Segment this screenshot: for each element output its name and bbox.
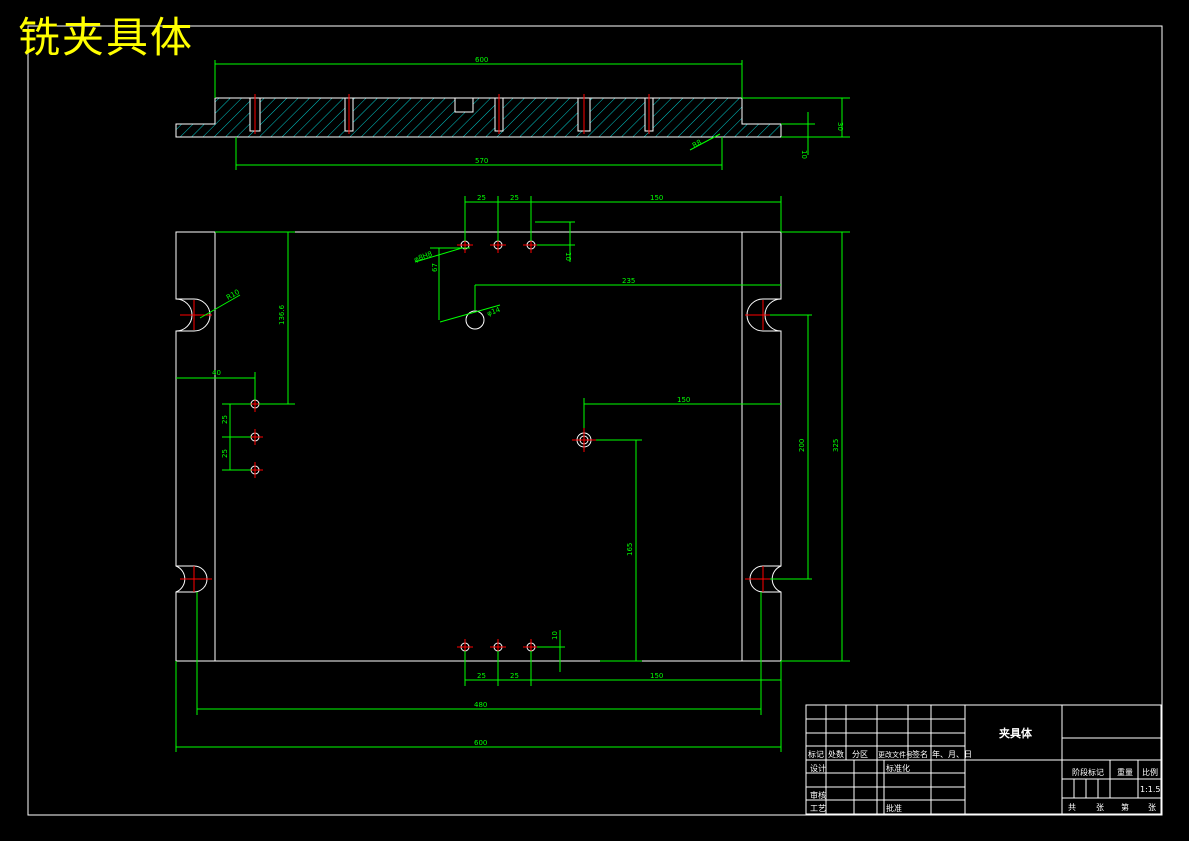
plan-view: 25 25 150 φ8H8 10 67 235 φ14 R10 136.6 4… bbox=[175, 194, 850, 752]
sheet-no-prefix: 第 bbox=[1121, 802, 1129, 812]
section-view: 600 570 30 10 R8 bbox=[175, 56, 850, 170]
dim-right-offset-top: 150 bbox=[650, 194, 663, 202]
dim-slot-spacing: 200 bbox=[798, 439, 806, 452]
dim-width-inner: 480 bbox=[474, 701, 487, 709]
lbl-standard: 标准化 bbox=[886, 763, 910, 773]
lbl-scale: 比例 bbox=[1142, 767, 1158, 777]
dim-bottom-pitch-1: 25 bbox=[477, 672, 486, 680]
dim-top-length: 600 bbox=[475, 56, 488, 64]
dim-bottom-right-offset: 150 bbox=[650, 672, 663, 680]
plate-outline bbox=[175, 231, 782, 662]
dim-top-step: 10 bbox=[800, 150, 808, 159]
title-block: 夹具体 标记 处数 分区 更改文件号 签名 年、月、日 设计 标准化 审核 工艺… bbox=[805, 704, 1162, 815]
lbl-stage: 阶段标记 bbox=[1072, 767, 1104, 777]
dim-top-height: 30 bbox=[836, 122, 844, 131]
part-name: 夹具体 bbox=[999, 726, 1033, 740]
dim-top-row-offset: 10 bbox=[564, 252, 572, 261]
dim-hole-pitch-2: 25 bbox=[510, 194, 519, 202]
section-body bbox=[175, 97, 782, 138]
lbl-process: 工艺 bbox=[810, 804, 826, 813]
dim-width-total: 600 bbox=[474, 739, 487, 747]
dim-pin-dx: 150 bbox=[677, 396, 690, 404]
sheets-total-suffix: 张 bbox=[1096, 803, 1104, 812]
dim-left-pitch-2: 25 bbox=[221, 449, 229, 458]
dim-slot-radius: R10 bbox=[225, 288, 241, 302]
dim-bottom-row-offset: 10 bbox=[551, 631, 559, 640]
lbl-weight: 重量 bbox=[1117, 767, 1133, 777]
dim-center-hole-dy: 67 bbox=[431, 263, 439, 272]
dim-left-row-x: 40 bbox=[212, 369, 221, 377]
dim-left-pitch-1: 25 bbox=[221, 415, 229, 424]
hdr-change-doc: 更改文件号 bbox=[878, 750, 913, 759]
dim-center-hole-dia: φ14 bbox=[486, 306, 502, 318]
dim-total-height: 325 bbox=[832, 439, 840, 452]
dim-pin-dy: 165 bbox=[626, 543, 634, 556]
hdr-count: 处数 bbox=[828, 749, 844, 759]
sheet-no-suffix: 张 bbox=[1148, 803, 1156, 812]
hdr-mark: 标记 bbox=[808, 749, 824, 759]
dim-small-hole: φ8H8 bbox=[413, 250, 433, 264]
lbl-review: 审核 bbox=[810, 790, 826, 800]
lbl-approve: 批准 bbox=[886, 803, 902, 813]
sheet-title: 铣夹具体 bbox=[18, 13, 195, 62]
dim-center-hole-dx: 235 bbox=[622, 277, 635, 285]
dim-top-inner: 570 bbox=[475, 157, 488, 165]
dim-hole-pitch-1: 25 bbox=[477, 194, 486, 202]
hdr-date: 年、月、日 bbox=[932, 749, 972, 759]
lbl-design: 设计 bbox=[810, 763, 826, 773]
hdr-sign: 签名 bbox=[912, 749, 928, 759]
dim-left-row-y: 136.6 bbox=[278, 304, 286, 325]
cad-drawing: 600 570 30 10 R8 25 25 150 φ8H8 10 67 23… bbox=[27, 25, 1163, 816]
dim-bottom-pitch-2: 25 bbox=[510, 672, 519, 680]
scale-value: 1:1.5 bbox=[1140, 785, 1161, 794]
sheet-border bbox=[27, 25, 1163, 816]
hdr-zone: 分区 bbox=[852, 750, 868, 759]
sheets-total-prefix: 共 bbox=[1068, 803, 1076, 812]
